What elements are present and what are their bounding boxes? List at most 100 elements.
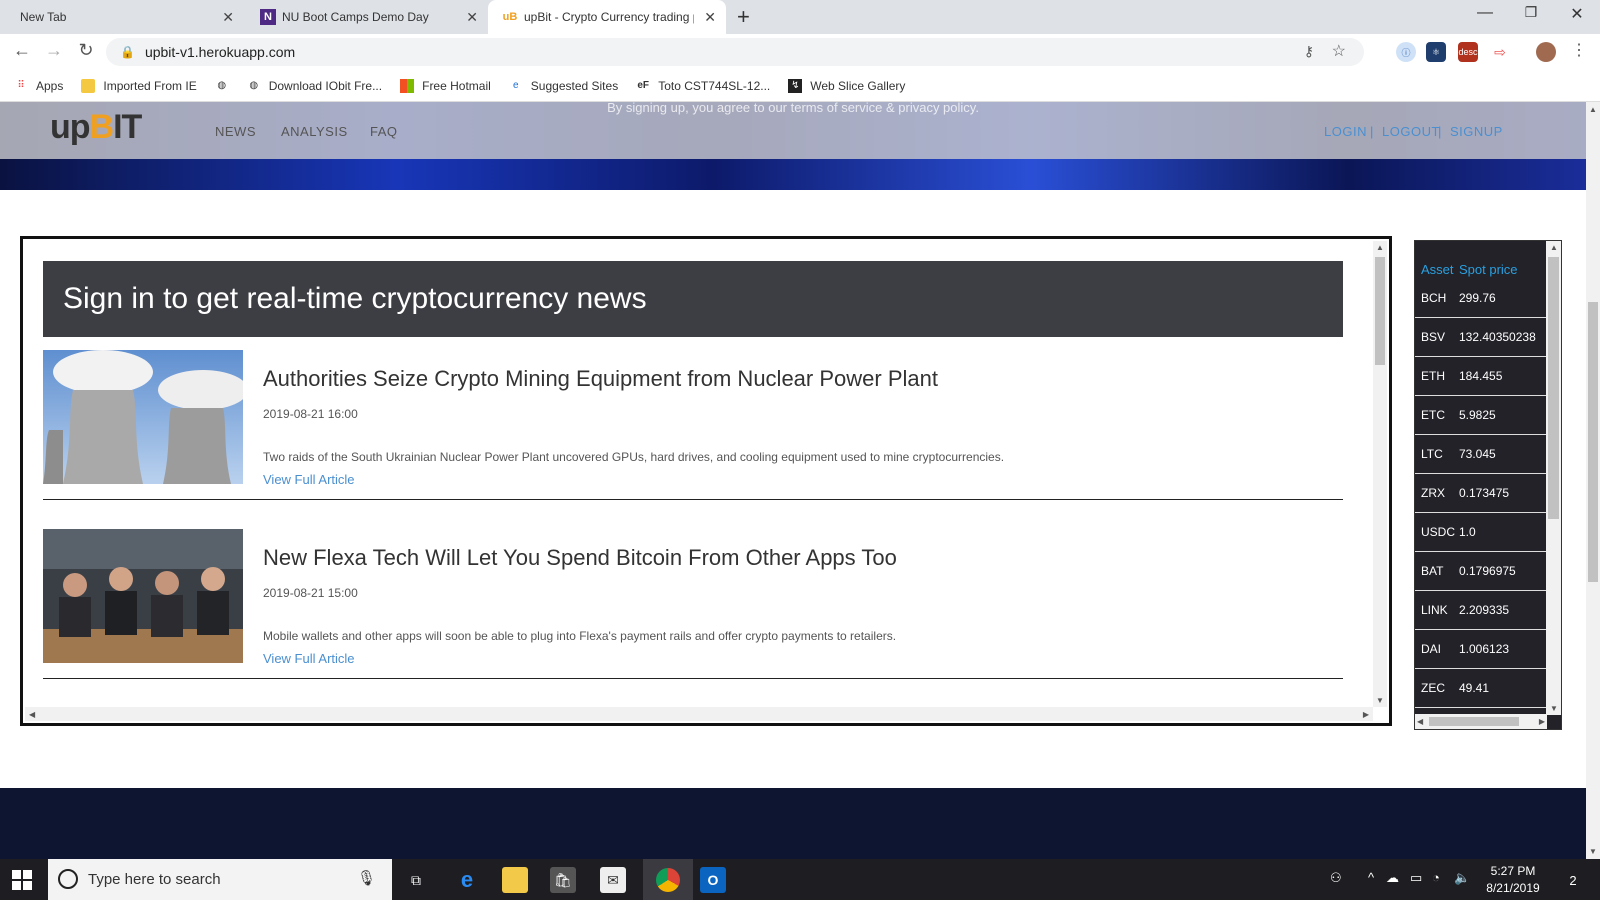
bookmark-star-icon[interactable]: ☆ [1332,41,1346,61]
page-vertical-scrollbar[interactable]: ▲ ▼ [1586,102,1600,859]
bookmark-toto[interactable]: eF Toto CST744SL-12... [636,79,770,93]
outlook-icon[interactable]: O [700,867,726,893]
bookmark-suggested-sites[interactable]: e Suggested Sites [509,79,618,93]
asset-symbol: USDC [1421,525,1456,539]
chrome-icon [656,867,680,892]
close-icon[interactable]: ✕ [222,9,234,26]
news-header: Sign in to get real-time cryptocurrency … [43,261,1343,337]
desc-extension-icon[interactable]: desc [1458,42,1478,62]
scroll-left-icon[interactable]: ◀ [1417,717,1423,726]
news-horizontal-scrollbar[interactable]: ◀ ▶ [25,707,1373,721]
price-row: ZEC 49.41 [1415,669,1547,708]
asset-symbol: DAI [1421,642,1442,656]
upbit-logo[interactable]: upBIT [50,108,142,147]
news-panel: Sign in to get real-time cryptocurrency … [20,236,1392,726]
back-icon[interactable]: ← [10,40,34,61]
menu-icon[interactable]: ⋮ [1567,40,1591,60]
react-devtools-icon[interactable]: ⚛ [1426,42,1446,62]
task-view-icon[interactable]: ⧉ [403,867,429,893]
extension-icon[interactable]: ⓘ [1396,42,1416,62]
logout-link[interactable]: LOGOUT [1382,124,1440,139]
onedrive-icon[interactable]: ☁ [1386,870,1399,886]
nav-analysis[interactable]: ANALYSIS [281,124,348,139]
bookmark-globe[interactable]: ◍ [215,79,237,93]
scroll-right-icon[interactable]: ▶ [1363,710,1369,719]
bookmark-apps[interactable]: ⠿ Apps [14,79,63,93]
minimize-icon[interactable]: — [1470,4,1500,22]
price-vertical-scrollbar[interactable]: ▲ ▼ [1546,241,1561,715]
article-thumbnail-image[interactable] [43,529,243,663]
battery-icon[interactable]: ▭ [1410,870,1422,886]
asset-symbol: LTC [1421,447,1443,461]
northwestern-icon: N [260,9,276,25]
scroll-up-icon[interactable]: ▲ [1550,243,1558,252]
scroll-up-icon[interactable]: ▲ [1376,243,1384,252]
clock-date: 8/21/2019 [1486,881,1540,895]
bookmark-web-slice-gallery[interactable]: ↯ Web Slice Gallery [788,78,905,93]
forward-icon[interactable]: → [42,40,66,61]
price-row: BSV 132.40350238 [1415,318,1547,357]
profile-avatar[interactable] [1536,42,1556,62]
scrollbar-thumb[interactable] [1588,302,1598,582]
column-header-spot-price: Spot price [1459,262,1518,277]
close-icon[interactable]: ✕ [466,9,478,26]
asset-symbol: ZEC [1421,681,1445,695]
scrollbar-thumb[interactable] [1548,257,1559,519]
ie-icon: e [513,80,519,91]
folder-icon [81,78,96,93]
article-summary: Two raids of the South Ukrainian Nuclear… [263,450,1005,464]
price-horizontal-scrollbar[interactable]: ◀ ▶ [1415,714,1547,729]
tab-new-tab[interactable]: New Tab ✕ [0,0,244,34]
signup-link[interactable]: SIGNUP [1450,124,1503,139]
chrome-taskbar-button[interactable] [643,859,693,900]
people-icon[interactable]: ⚇ [1330,870,1342,886]
scroll-down-icon[interactable]: ▼ [1550,704,1558,713]
edge-icon[interactable]: e [454,867,480,893]
asset-symbol: BSV [1421,330,1446,344]
mail-icon[interactable]: ✉ [600,867,626,893]
asset-symbol: ETH [1421,369,1445,383]
show-hidden-icons-icon[interactable]: ^ [1368,870,1374,885]
volume-icon[interactable]: 🔈 [1454,870,1470,886]
share-extension-icon[interactable]: ⇨ [1490,42,1510,62]
scroll-left-icon[interactable]: ◀ [29,710,35,719]
wifi-icon[interactable]: ◔ [1432,870,1440,885]
window-close-icon[interactable]: ✕ [1562,4,1592,24]
article-thumbnail-image[interactable] [43,350,243,484]
bookmark-imported-from-ie[interactable]: Imported From IE [81,78,197,93]
price-row: LTC 73.045 [1415,435,1547,474]
microphone-icon[interactable]: 🎙 [357,869,376,887]
tab-upbit[interactable]: uB upBit - Crypto Currency trading p ✕ [488,0,726,34]
new-tab-icon[interactable]: + [737,4,750,30]
scrollbar-thumb[interactable] [1429,717,1519,726]
view-full-article-link[interactable]: View Full Article [263,472,355,487]
scroll-down-icon[interactable]: ▼ [1376,696,1384,705]
taskbar-search-input[interactable]: Type here to search 🎙 [48,859,392,900]
tab-nu-bootcamps[interactable]: N NU Boot Camps Demo Day ✕ [244,0,488,34]
view-full-article-link[interactable]: View Full Article [263,651,355,666]
action-center-icon[interactable]: 2 [1560,867,1586,893]
scroll-down-icon[interactable]: ▼ [1589,847,1597,856]
windows-start-icon[interactable] [12,870,32,890]
news-vertical-scrollbar[interactable]: ▲ ▼ [1373,241,1387,707]
nav-faq[interactable]: FAQ [370,124,398,139]
login-link[interactable]: LOGIN [1324,124,1367,139]
key-icon[interactable]: ⚷ [1304,43,1314,60]
scroll-right-icon[interactable]: ▶ [1539,717,1545,726]
scroll-up-icon[interactable]: ▲ [1589,105,1597,114]
column-header-asset: Asset [1421,262,1454,277]
system-clock[interactable]: 5:27 PM 8/21/2019 [1478,863,1548,897]
store-icon[interactable]: 🛍 [550,867,576,893]
spot-price-value: 0.1796975 [1459,564,1516,578]
bookmark-hotmail[interactable]: Free Hotmail [400,78,491,93]
restore-icon[interactable]: ❐ [1516,4,1546,21]
scrollbar-thumb[interactable] [1375,257,1385,365]
spot-price-value: 299.76 [1459,291,1496,305]
web-slice-icon: ↯ [788,78,803,93]
address-bar[interactable]: 🔒 upbit-v1.herokuapp.com ⚷ ☆ [106,38,1364,66]
close-icon[interactable]: ✕ [704,9,716,26]
reload-icon[interactable]: ↻ [74,40,98,61]
bookmark-iobit[interactable]: ◍ Download IObit Fre... [247,79,382,93]
file-explorer-icon[interactable] [502,867,528,893]
nav-news[interactable]: NEWS [215,124,256,139]
